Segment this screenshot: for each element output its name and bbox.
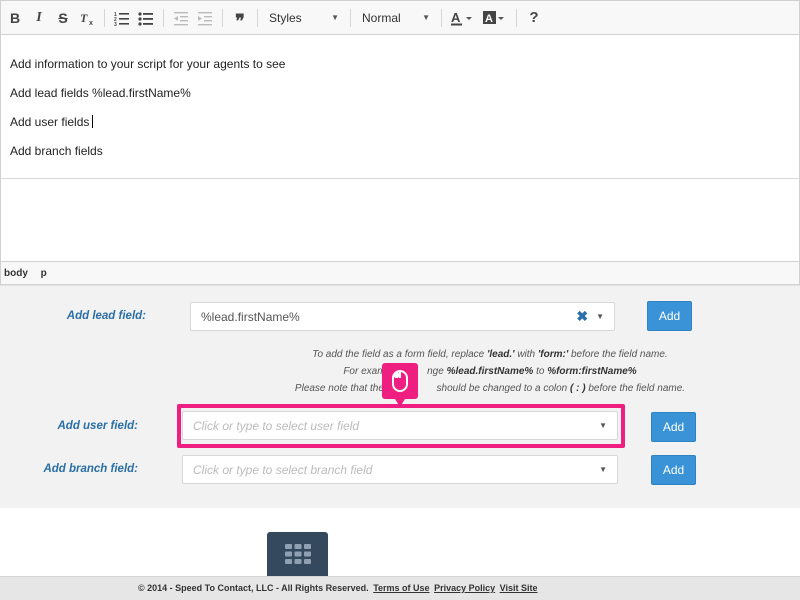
rich-text-editor[interactable]: Add information to your script for your … <box>0 35 800 261</box>
text-cursor <box>92 115 94 128</box>
bold-icon: B <box>9 9 21 26</box>
format-dropdown-label: Normal <box>362 10 401 25</box>
editor-content[interactable]: Add information to your script for your … <box>1 35 799 179</box>
note-line-3: Please note that the pe should be change… <box>294 383 686 394</box>
toolbar-separator <box>222 8 223 27</box>
text-color-icon: A <box>451 10 472 25</box>
toolbar-separator <box>163 8 164 27</box>
styles-dropdown[interactable]: Styles ▼ <box>263 6 345 30</box>
italic-button[interactable]: I <box>28 6 50 30</box>
branch-field-label: Add branch field: <box>43 463 138 475</box>
editor-line-text: Add user fields <box>10 115 90 129</box>
editor-line: Add user fields <box>10 115 790 129</box>
clear-icon[interactable]: ✖ <box>576 308 588 325</box>
lead-field-label: Add lead field: <box>66 310 146 322</box>
svg-text:3: 3 <box>114 22 117 26</box>
svg-text:T: T <box>80 11 88 25</box>
path-item-body[interactable]: body <box>4 268 28 279</box>
decrease-indent-icon <box>174 11 188 25</box>
decrease-indent-button[interactable] <box>170 6 192 30</box>
branch-field-select[interactable]: Click or type to select branch field ▼ <box>182 455 618 484</box>
lead-field-value: %lead.firstName% <box>201 309 300 324</box>
lead-field-select[interactable]: %lead.firstName% ✖ ▼ <box>190 302 615 331</box>
toolbar-separator <box>516 8 517 27</box>
toolbar-separator <box>257 8 258 27</box>
chevron-down-icon: ▼ <box>596 312 604 321</box>
bulleted-list-button[interactable] <box>135 6 157 30</box>
note-line-2: For examp nge %lead.firstName% to %form:f… <box>343 366 637 377</box>
add-branch-field-button[interactable]: Add <box>651 455 696 485</box>
mouse-icon <box>392 370 408 392</box>
format-dropdown[interactable]: Normal ▼ <box>356 6 436 30</box>
svg-text:x: x <box>89 20 93 26</box>
copyright-text: © 2014 - Speed To Contact, LLC - All Rig… <box>138 583 369 593</box>
text-color-button[interactable]: A <box>448 6 478 30</box>
app-launcher-button[interactable] <box>267 532 328 580</box>
styles-dropdown-label: Styles <box>269 10 302 25</box>
background-color-button[interactable]: A <box>480 6 510 30</box>
terms-link[interactable]: Terms of Use <box>373 583 429 593</box>
page-footer: © 2014 - Speed To Contact, LLC - All Rig… <box>0 576 800 600</box>
chevron-down-icon: ▼ <box>331 13 339 22</box>
note-line-1: To add the field as a form field, replac… <box>312 349 668 360</box>
toolbar-separator <box>350 8 351 27</box>
editor-line: Add information to your script for your … <box>10 57 286 71</box>
editor-toolbar: B I S Tx 123 ❞ Styles ▼ Normal ▼ A A ? <box>0 0 800 35</box>
user-field-label: Add user field: <box>57 420 138 432</box>
bulleted-list-icon <box>138 11 153 26</box>
add-lead-field-button[interactable]: Add <box>647 301 692 331</box>
click-indicator <box>382 363 418 407</box>
chevron-down-icon: ▼ <box>422 13 430 22</box>
form-field-note: To add the field as a form field, replac… <box>250 346 730 397</box>
svg-text:A: A <box>485 13 493 25</box>
add-user-field-button[interactable]: Add <box>651 412 696 442</box>
numbered-list-button[interactable]: 123 <box>111 6 133 30</box>
help-icon: ? <box>529 9 539 26</box>
privacy-link[interactable]: Privacy Policy <box>434 583 495 593</box>
italic-icon: I <box>36 9 42 25</box>
strikethrough-button[interactable]: S <box>52 6 74 30</box>
chevron-down-icon: ▼ <box>599 465 607 474</box>
blockquote-button[interactable]: ❞ <box>229 6 251 30</box>
bold-button[interactable]: B <box>4 6 26 30</box>
editor-line: Add lead fields %lead.firstName% <box>10 86 191 100</box>
remove-format-icon: Tx <box>80 11 93 26</box>
path-item-p[interactable]: p <box>41 268 47 279</box>
strikethrough-icon: S <box>58 9 68 26</box>
visit-site-link[interactable]: Visit Site <box>500 583 538 593</box>
background-color-icon: A <box>483 10 504 25</box>
increase-indent-icon <box>198 11 212 25</box>
grid-icon <box>284 544 311 564</box>
increase-indent-button[interactable] <box>194 6 216 30</box>
svg-text:A: A <box>451 10 461 25</box>
help-button[interactable]: ? <box>523 6 545 30</box>
blockquote-icon: ❞ <box>235 10 245 31</box>
toolbar-separator <box>104 8 105 27</box>
numbered-list-icon: 123 <box>114 12 129 26</box>
branch-field-placeholder: Click or type to select branch field <box>193 462 373 477</box>
remove-format-button[interactable]: Tx <box>76 6 98 30</box>
highlight-box <box>177 404 625 448</box>
editor-line: Add branch fields <box>10 144 103 158</box>
toolbar-separator <box>441 8 442 27</box>
element-path-bar: body p <box>0 261 800 285</box>
